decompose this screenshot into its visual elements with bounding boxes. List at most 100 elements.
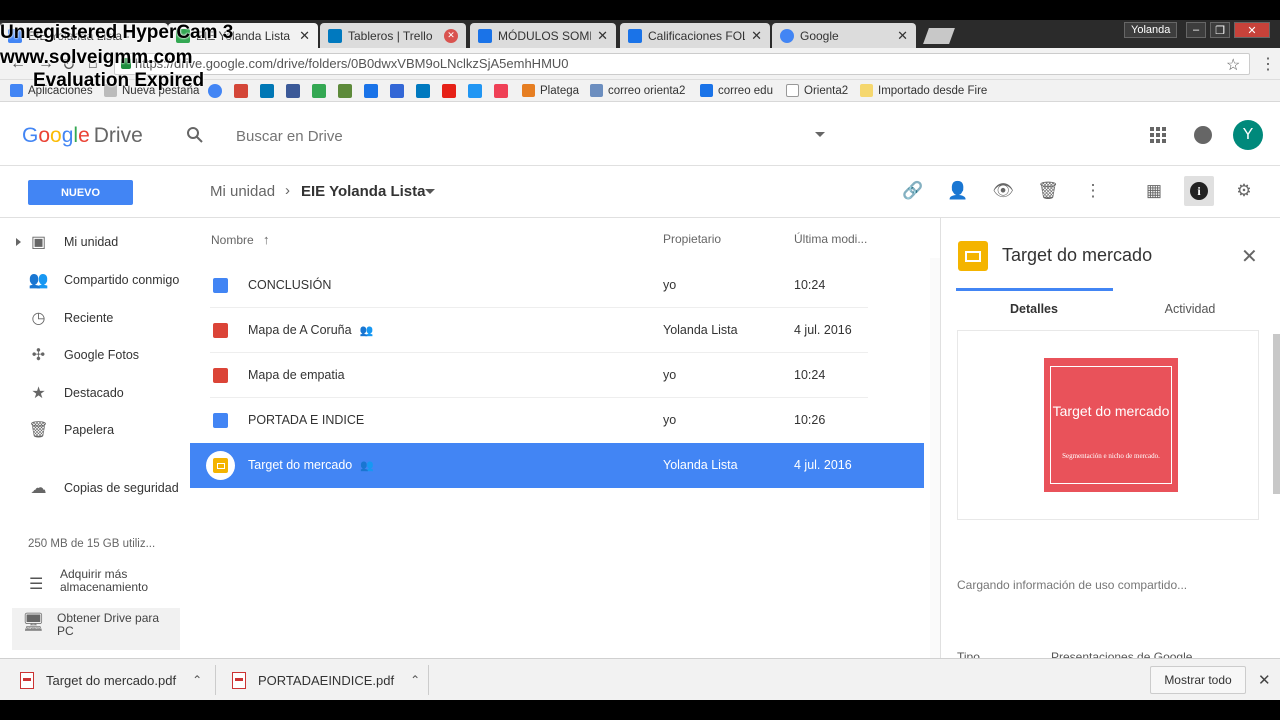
bookmark-correo-edu[interactable]: correo edu	[700, 84, 773, 97]
bookmark-star-icon[interactable]: ☆	[1226, 55, 1240, 75]
share-person-icon[interactable]: 👤	[947, 180, 969, 202]
url-field[interactable]: https://drive.google.com/drive/folders/0…	[114, 53, 1250, 75]
new-button[interactable]: NUEVO	[28, 180, 133, 205]
tab-title: MÓDULOS SOMES	[498, 28, 591, 43]
people-icon: 👥	[28, 272, 49, 289]
blackboard-bookmark-icon[interactable]	[364, 84, 378, 98]
sidebar-item-my-drive[interactable]: ▣ Mi unidad	[0, 224, 190, 260]
table-row[interactable]: CONCLUSIÓN yo 10:24	[190, 263, 924, 308]
chrome-menu-icon[interactable]: ⋮	[1260, 54, 1276, 74]
tab-details[interactable]: Detalles	[956, 302, 1112, 316]
tab-close-icon[interactable]: ✕	[597, 28, 608, 44]
get-drive-pc-box[interactable]: 🖥 Obtener Drive para PC	[12, 608, 180, 650]
preview-eye-icon[interactable]: 👁	[992, 180, 1014, 202]
wordreference-bookmark-icon[interactable]	[338, 84, 352, 98]
details-scrollbar[interactable]	[1273, 334, 1280, 494]
linkedin-bookmark-icon[interactable]	[260, 84, 274, 98]
bookmark-folder-imported[interactable]: Importado desde Fire	[860, 84, 987, 97]
column-header-owner[interactable]: Propietario	[663, 232, 721, 246]
sidebar-item-recent[interactable]: ◷ Reciente	[0, 300, 190, 336]
get-link-icon[interactable]: 🔗	[902, 180, 924, 202]
tab-modulos[interactable]: MÓDULOS SOMES ✕	[470, 23, 616, 48]
column-header-modified[interactable]: Última modi...	[794, 232, 867, 246]
breadcrumb-root[interactable]: Mi unidad	[210, 183, 275, 200]
download-item[interactable]: PORTADAEINDICE.pdf ⌃	[232, 659, 420, 701]
notifications-icon[interactable]	[1194, 126, 1212, 144]
avatar[interactable]: Y	[1233, 120, 1263, 150]
google-apps-icon[interactable]	[1150, 127, 1166, 143]
sidebar-item-trash[interactable]: 🗑 Papelera	[0, 412, 190, 448]
sidebar-item-shared[interactable]: 👥 Compartido conmigo	[0, 262, 190, 298]
more-actions-icon[interactable]: ⋮	[1082, 180, 1104, 202]
slide-thumbnail[interactable]: Target do mercado Segmentación e nicho d…	[1044, 358, 1178, 492]
top-black-bar	[0, 0, 1280, 20]
table-row[interactable]: Mapa de empatia yo 10:24	[190, 353, 924, 398]
download-item[interactable]: Target do mercado.pdf ⌃	[20, 659, 202, 701]
window-close-icon[interactable]: ✕	[1234, 22, 1270, 38]
search-icon[interactable]	[186, 126, 204, 144]
bookmark-platega[interactable]: Platega	[522, 84, 579, 97]
settings-gear-icon[interactable]: ⚙	[1233, 180, 1255, 202]
youtube-bookmark-icon[interactable]	[442, 84, 456, 98]
mail-icon	[590, 84, 603, 97]
tab-google[interactable]: Google ✕	[772, 23, 916, 48]
search-options-caret-icon[interactable]	[815, 132, 825, 137]
calendar-bookmark-icon[interactable]	[390, 84, 404, 98]
sidebar-item-label: Papelera	[64, 423, 115, 437]
window-user-badge[interactable]: Yolanda	[1124, 22, 1178, 38]
tab-activity[interactable]: Actividad	[1112, 302, 1268, 316]
facebook-bookmark-icon[interactable]	[286, 84, 300, 98]
search-input[interactable]	[236, 124, 796, 148]
buy-storage-link[interactable]: Adquirir más almacenamiento	[60, 568, 170, 594]
tab-close-icon[interactable]: ✕	[299, 28, 310, 44]
minimize-icon[interactable]: –	[1186, 22, 1206, 38]
downloads-bar: Target do mercado.pdf ⌃ PORTADAEINDICE.p…	[0, 658, 1280, 700]
table-row[interactable]: Mapa de A Coruña 👥 Yolanda Lista 4 jul. 2…	[190, 308, 924, 353]
tab-calificaciones[interactable]: Calificaciones FOL ✕	[620, 23, 770, 48]
slide-title: Target do mercado	[1052, 403, 1170, 419]
chevron-up-icon[interactable]: ⌃	[192, 673, 202, 687]
breadcrumb-separator-icon: ›	[285, 182, 290, 199]
sidebar-item-label: Compartido conmigo	[64, 273, 180, 287]
chevron-up-icon[interactable]: ⌃	[410, 673, 420, 687]
show-all-button[interactable]: Mostrar todo	[1150, 666, 1246, 694]
tab-close-icon[interactable]: ✕	[444, 28, 458, 43]
expand-arrow-icon[interactable]	[16, 238, 21, 246]
gmail-bookmark-icon[interactable]	[234, 84, 248, 98]
drive-bookmark-icon[interactable]	[312, 84, 326, 98]
table-row-selected[interactable]: Target do mercado 👥 Yolanda Lista 4 jul. …	[190, 443, 924, 488]
tab-close-icon[interactable]: ✕	[751, 28, 762, 44]
folder-menu-caret-icon[interactable]	[425, 189, 435, 194]
storage-list-icon: ☰	[29, 576, 44, 593]
pocket-bookmark-icon[interactable]	[494, 84, 508, 98]
sidebar-item-photos[interactable]: ✣ Google Fotos	[0, 337, 190, 373]
tab-close-icon[interactable]: ✕	[897, 28, 908, 44]
sidebar-item-starred[interactable]: ★ Destacado	[0, 375, 190, 411]
google-drive-logo[interactable]: Google Drive	[22, 124, 143, 148]
computer-icon: 🖥	[22, 612, 45, 632]
maximize-icon[interactable]: ❐	[1210, 22, 1230, 38]
storage-usage: 250 MB de 15 GB utiliz...	[28, 538, 156, 550]
breadcrumb-current[interactable]: EIE Yolanda Lista	[301, 183, 425, 200]
bookmark-label: Platega	[540, 84, 580, 97]
bookmark-correo-orienta2[interactable]: correo orienta2	[590, 84, 685, 97]
sidebar-item-backups[interactable]: ☁ Copias de seguridad	[0, 470, 190, 506]
close-icon[interactable]: ✕	[1258, 671, 1271, 689]
google-favicon-icon	[780, 28, 794, 43]
google-bookmark-icon[interactable]	[208, 84, 222, 98]
details-info-button[interactable]: i	[1184, 176, 1214, 206]
slide-subtitle: Segmentación e nicho de mercado.	[1062, 452, 1160, 460]
link-bookmark-icon[interactable]	[468, 84, 482, 98]
platega-icon	[522, 84, 535, 97]
trash-icon[interactable]: 🗑	[1037, 180, 1059, 202]
sort-up-arrow-icon[interactable]: ↑	[263, 232, 270, 247]
tab-trello[interactable]: Tableros | Trello ✕	[320, 23, 466, 48]
bookmark-orienta2[interactable]: Orienta2	[786, 84, 848, 97]
grid-view-icon[interactable]: ▦	[1143, 180, 1165, 202]
column-header-name[interactable]: Nombre ↑	[211, 232, 270, 247]
trello-bookmark-icon[interactable]	[416, 84, 430, 98]
file-list-scrollbar[interactable]	[930, 258, 940, 658]
new-tab-button[interactable]	[923, 28, 955, 44]
close-icon[interactable]: ✕	[1241, 244, 1258, 269]
table-row[interactable]: PORTADA E INDICE yo 10:26	[190, 398, 924, 443]
